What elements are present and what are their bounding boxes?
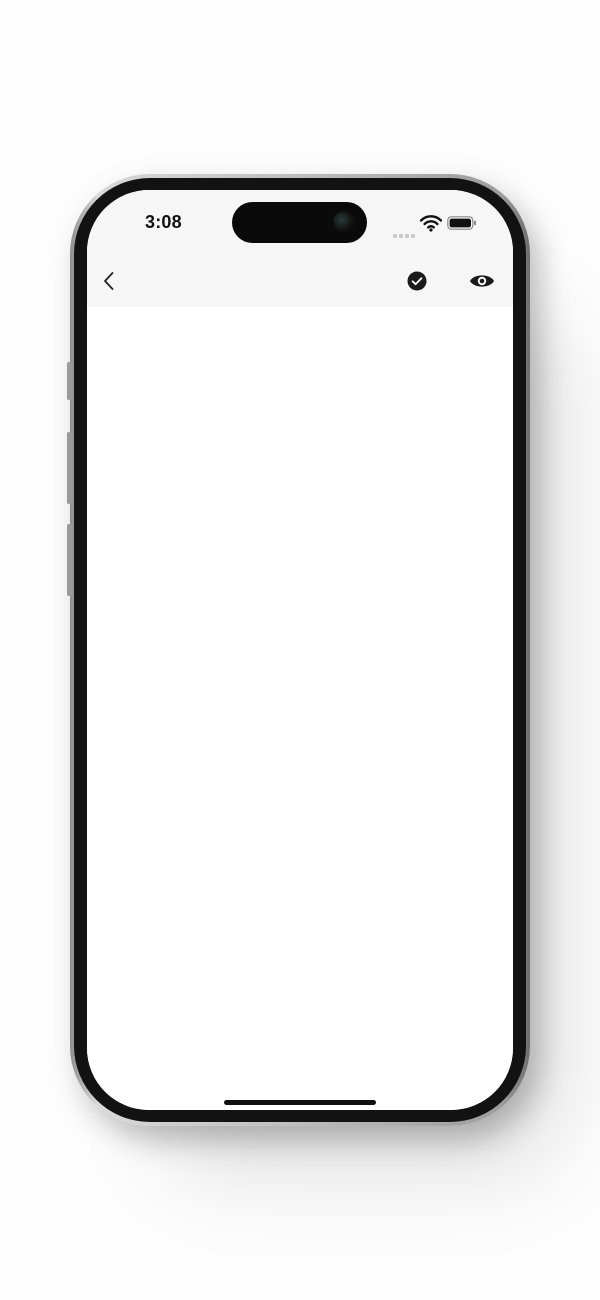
wifi-icon <box>420 215 442 232</box>
content-area <box>87 307 513 1110</box>
volume-down-button <box>67 524 72 596</box>
eye-icon[interactable] <box>469 272 495 290</box>
status-time: 3:08 <box>145 212 182 232</box>
dynamic-island <box>232 202 367 243</box>
front-camera <box>333 211 355 233</box>
action-button <box>67 362 72 400</box>
mockup-stage: 3:08 <box>0 0 600 1300</box>
volume-up-button <box>67 432 72 504</box>
cellular-signal-icon <box>393 225 417 243</box>
status-icons <box>389 212 481 238</box>
home-indicator[interactable] <box>224 1100 376 1105</box>
chevron-left-icon[interactable] <box>99 268 121 294</box>
phone-screen: 3:08 <box>87 190 513 1110</box>
header-area: 3:08 <box>87 190 513 307</box>
checkmark-circle-icon[interactable] <box>407 271 427 291</box>
battery-icon <box>447 216 476 230</box>
